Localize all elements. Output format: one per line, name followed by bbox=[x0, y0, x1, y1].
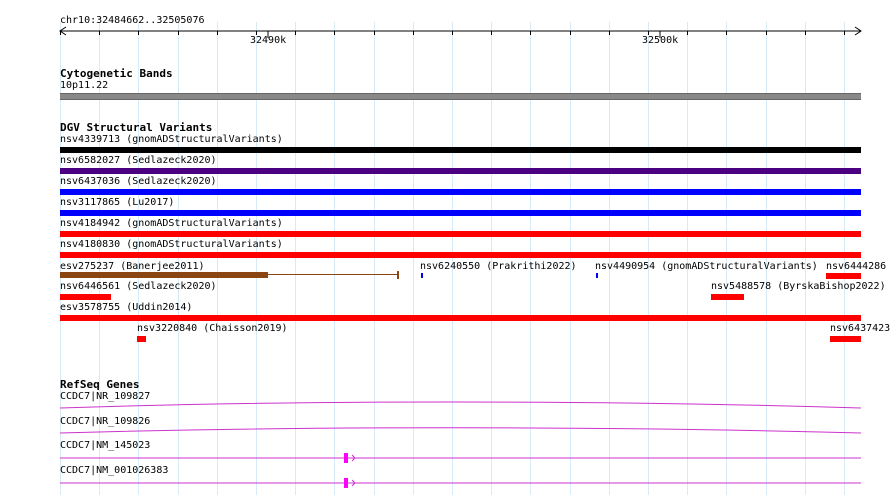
variant-label: esv3578755 (Uddin2014) bbox=[60, 302, 193, 313]
cytogenetic-band-label: 10p11.22 bbox=[60, 80, 109, 91]
variant-label: nsv6446561 (Sedlazeck2020) bbox=[60, 281, 217, 292]
variant-feature[interactable] bbox=[60, 272, 268, 278]
variant-label: nsv3220840 (Chaisson2019) bbox=[137, 323, 288, 334]
variant-feature[interactable] bbox=[60, 189, 861, 195]
variant-label: nsv4180830 (gnomADStructuralVariants) bbox=[60, 239, 283, 250]
variant-feature[interactable] bbox=[826, 273, 861, 279]
variant-label: nsv6444286 bbox=[826, 261, 887, 272]
refseq-gene-models bbox=[59, 401, 862, 488]
variant-label: nsv4339713 (gnomADStructuralVariants) bbox=[60, 134, 283, 145]
gene-exon[interactable] bbox=[344, 453, 348, 463]
ruler-tick-label-32490k: 32490k bbox=[250, 35, 287, 46]
variant-label: nsv6582027 (Sedlazeck2020) bbox=[60, 155, 217, 166]
genome-browser-view: chr10:32484662..32505076 32490k 32500k C… bbox=[0, 0, 890, 495]
variant-label: nsv4184942 (gnomADStructuralVariants) bbox=[60, 218, 283, 229]
variant-label: nsv5488578 (ByrskaBishop2022) bbox=[711, 281, 886, 292]
ruler-location: chr10:32484662..32505076 bbox=[60, 15, 205, 26]
cytogenetic-band-bar[interactable] bbox=[60, 93, 861, 100]
variant-feature[interactable] bbox=[60, 231, 861, 237]
variant-feature[interactable] bbox=[60, 252, 861, 258]
ruler-minor-ticks bbox=[60, 31, 845, 35]
variant-feature[interactable] bbox=[60, 315, 861, 321]
variant-feature[interactable] bbox=[830, 336, 861, 342]
gene-exon[interactable] bbox=[344, 478, 348, 488]
variant-end-tick bbox=[397, 271, 399, 279]
variant-feature[interactable] bbox=[137, 336, 146, 342]
variant-feature[interactable] bbox=[60, 168, 861, 174]
variant-feature[interactable] bbox=[596, 273, 598, 278]
gene-intron-line[interactable] bbox=[59, 427, 862, 434]
variant-label: nsv6437036 (Sedlazeck2020) bbox=[60, 176, 217, 187]
dgv-track-title: DGV Structural Variants bbox=[60, 121, 213, 134]
variant-label: nsv6240550 (Prakrithi2022) bbox=[420, 261, 577, 272]
variant-label: nsv4490954 (gnomADStructuralVariants) bbox=[595, 261, 818, 272]
variant-feature[interactable] bbox=[60, 210, 861, 216]
cytogenetic-track-title: Cytogenetic Bands bbox=[60, 67, 173, 80]
gene-intron-line[interactable] bbox=[59, 401, 862, 409]
variant-label: nsv3117865 (Lu2017) bbox=[60, 197, 175, 208]
variant-label: nsv6437423 bbox=[830, 323, 890, 334]
variant-feature[interactable] bbox=[60, 147, 861, 153]
variant-feature[interactable] bbox=[60, 294, 111, 300]
variant-feature[interactable] bbox=[421, 273, 423, 278]
variant-feature[interactable] bbox=[711, 294, 744, 300]
ruler-tick-label-32500k: 32500k bbox=[642, 35, 679, 46]
variant-connector bbox=[268, 274, 398, 275]
